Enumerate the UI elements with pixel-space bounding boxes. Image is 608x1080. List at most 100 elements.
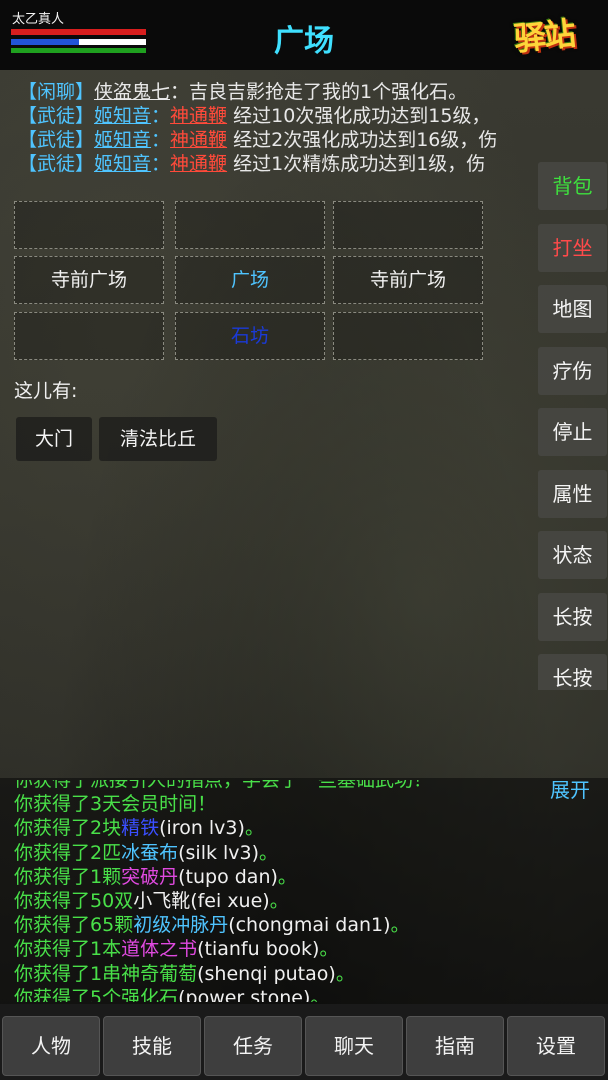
attributes-button[interactable]: 属性 — [538, 470, 607, 518]
log-text: 精铁 — [121, 817, 160, 840]
colon: ： — [151, 105, 171, 127]
log-text: 。 — [277, 865, 297, 888]
map-cell-northwest — [14, 201, 164, 249]
log-text: 。 — [310, 986, 330, 1002]
log-line: 你获得了5个强化石(power stone)。 — [14, 986, 432, 1002]
expand-button[interactable]: 展开 — [550, 774, 590, 803]
colon: ： — [170, 81, 190, 103]
map-button[interactable]: 地图 — [538, 285, 607, 333]
tab-character[interactable]: 人物 — [2, 1016, 100, 1076]
here-label: 这儿有: — [14, 380, 78, 402]
log-line: 你获得了派接引人的指点，学会了一些基础武功！ — [14, 780, 432, 792]
log-text: 你获得了派接引人的指点，学会了一些基础武功！ — [14, 780, 433, 791]
tab-chat[interactable]: 聊天 — [305, 1016, 403, 1076]
log-line: 你获得了2块精铁(iron lv3)。 — [14, 816, 432, 840]
heal-button[interactable]: 疗伤 — [538, 347, 607, 395]
log-text: (chongmai dan1) — [228, 914, 391, 937]
message-text: 经过10次强化成功达到15级， — [233, 105, 491, 127]
log-line: 你获得了50双小飞靴(fei xue)。 — [14, 889, 432, 913]
log-text: 。 — [269, 889, 289, 912]
item-link[interactable]: 神通鞭 — [170, 105, 227, 127]
log-line: 你获得了3天会员时间！ — [14, 792, 432, 816]
map-exit-west[interactable]: 寺前广场 — [14, 256, 164, 304]
log-text: 你获得了2块 — [14, 817, 122, 840]
tab-settings[interactable]: 设置 — [507, 1016, 605, 1076]
log-line: 你获得了1本道体之书(tianfu book)。 — [14, 937, 432, 961]
log-text: (power stone) — [178, 986, 311, 1002]
log-text: 你获得了1串 — [14, 962, 122, 985]
log-line: 你获得了65颗初级冲脉丹(chongmai dan1)。 — [14, 913, 432, 937]
log-text: 初级冲脉丹 — [133, 914, 229, 937]
long-press-button-2[interactable]: 长按 — [538, 654, 607, 690]
log-text: 你获得了3天会员时间！ — [14, 793, 217, 816]
long-press-button[interactable]: 长按 — [538, 593, 607, 641]
speaker-link[interactable]: 姬知音 — [94, 129, 151, 151]
chat-message: 【武徒】姬知音：神通鞭 经过10次强化成功达到15级， — [18, 104, 548, 128]
log-text: 冰蚕布 — [121, 841, 179, 864]
log-text: (shenqi putao) — [197, 962, 336, 985]
log-text: 。 — [259, 841, 279, 864]
log-scroll-area[interactable]: 你获得了派接引人的指点，学会了一些基础武功！ 你获得了3天会员时间！ 你获得了2块精… — [14, 780, 534, 1002]
colon: ： — [151, 129, 171, 151]
speaker-link[interactable]: 姬知音 — [94, 105, 151, 127]
channel-tag: 【武徒】 — [18, 129, 95, 151]
log-line: 你获得了2匹冰蚕布(silk lv3)。 — [14, 841, 432, 865]
chat-message: 【闲聊】侠盗鬼七：吉良吉影抢走了我的1个强化石。 — [18, 80, 548, 104]
log-text: (silk lv3) — [178, 841, 260, 864]
map-cell-southwest — [14, 312, 164, 360]
log-text: 。 — [335, 962, 355, 985]
log-lines: 你获得了派接引人的指点，学会了一些基础武功！ 你获得了3天会员时间！ 你获得了2块精… — [14, 780, 432, 1002]
npc-button-monk[interactable]: 清法比丘 — [99, 417, 217, 461]
map-cell-north — [175, 201, 325, 249]
channel-tag: 【武徒】 — [18, 153, 95, 175]
log-text: 你获得了50双 — [14, 889, 134, 912]
side-menu: 背包 打坐 地图 疗伤 停止 属性 状态 长按 长按 — [538, 160, 608, 690]
colon: ： — [151, 153, 171, 175]
map-current-room: 广场 — [175, 256, 325, 304]
channel-tag: 【武徒】 — [18, 105, 95, 127]
log-line: 你获得了1颗突破丹(tupo dan)。 — [14, 865, 432, 889]
tab-skills[interactable]: 技能 — [103, 1016, 201, 1076]
log-line: 你获得了1串神奇葡萄(shenqi putao)。 — [14, 962, 432, 986]
map-exit-east[interactable]: 寺前广场 — [333, 256, 483, 304]
item-link[interactable]: 神通鞭 — [170, 129, 227, 151]
backpack-button[interactable]: 背包 — [538, 162, 607, 210]
item-link[interactable]: 神通鞭 — [170, 153, 227, 175]
meditate-button[interactable]: 打坐 — [538, 224, 607, 272]
log-text: (tianfu book) — [197, 938, 320, 961]
log-text: 强化石 — [121, 986, 179, 1002]
stop-button[interactable]: 停止 — [538, 408, 607, 456]
log-text: 。 — [319, 938, 339, 961]
chat-message: 【武徒】姬知音：神通鞭 经过1次精炼成功达到1级，伤 — [18, 152, 548, 176]
log-text: 你获得了1本 — [14, 938, 122, 961]
map-cell-southeast — [333, 312, 483, 360]
message-text: 经过1次精炼成功达到1级，伤 — [233, 153, 486, 175]
log-text: 你获得了2匹 — [14, 841, 122, 864]
top-bar: 太乙真人 广场 驿站 — [0, 0, 608, 70]
log-text: 你获得了5个 — [14, 986, 122, 1002]
tab-quests[interactable]: 任务 — [204, 1016, 302, 1076]
channel-tag: 【闲聊】 — [18, 81, 95, 103]
message-text: 吉良吉影抢走了我的1个强化石。 — [189, 81, 468, 103]
log-text: 神奇葡萄 — [121, 962, 198, 985]
tab-guide[interactable]: 指南 — [406, 1016, 504, 1076]
speaker-link[interactable]: 姬知音 — [94, 153, 151, 175]
log-text: 。 — [390, 914, 410, 937]
station-logo[interactable]: 驿站 — [512, 6, 601, 66]
chat-messages: 【闲聊】侠盗鬼七：吉良吉影抢走了我的1个强化石。 【武徒】姬知音：神通鞭 经过1… — [18, 80, 548, 176]
log-text: (tupo dan) — [178, 865, 278, 888]
map-cell-northeast — [333, 201, 483, 249]
log-text: (iron lv3) — [159, 817, 245, 840]
log-text: 。 — [244, 817, 264, 840]
log-text: 道体之书 — [121, 938, 198, 961]
status-button[interactable]: 状态 — [538, 531, 607, 579]
log-text: (fei xue) — [190, 889, 270, 912]
message-text: 经过2次强化成功达到16级，伤 — [233, 129, 498, 151]
log-text: 突破丹 — [121, 865, 179, 888]
log-text: 小飞靴 — [133, 889, 191, 912]
log-text: 你获得了65颗 — [14, 914, 134, 937]
npc-button-gate[interactable]: 大门 — [16, 417, 92, 461]
speaker-link[interactable]: 侠盗鬼七 — [94, 81, 170, 103]
map-exit-south[interactable]: 石坊 — [175, 312, 325, 360]
chat-message: 【武徒】姬知音：神通鞭 经过2次强化成功达到16级，伤 — [18, 128, 548, 152]
